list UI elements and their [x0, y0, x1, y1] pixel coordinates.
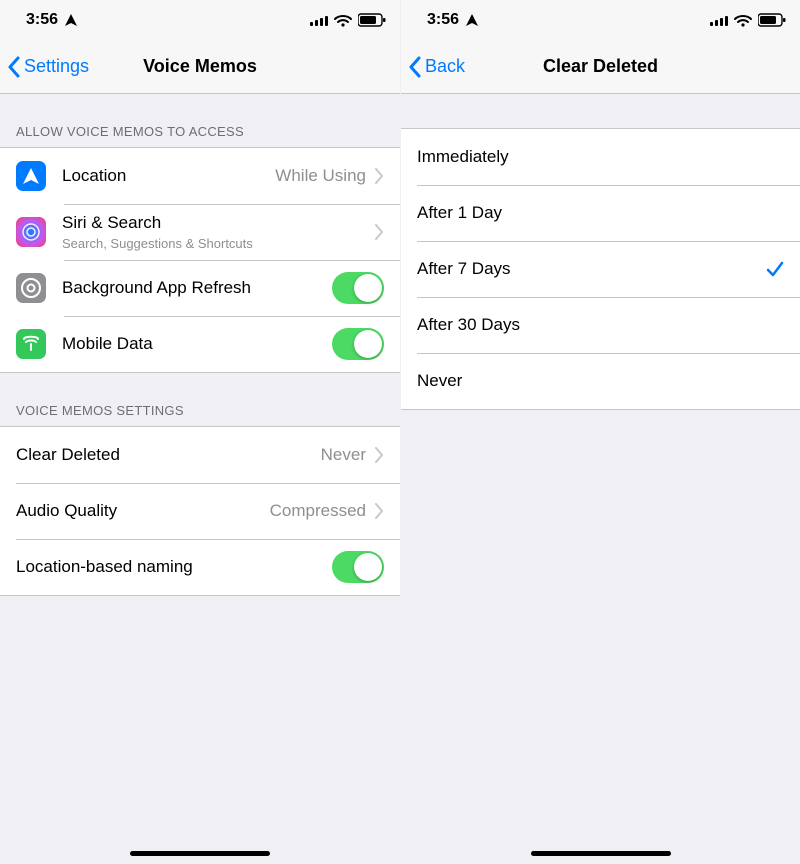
row-title: Siri & Search	[62, 212, 374, 233]
back-label: Back	[425, 56, 465, 77]
row-location-naming[interactable]: Location-based naming	[0, 539, 400, 595]
refresh-icon	[16, 273, 46, 303]
row-title: Clear Deleted	[16, 444, 321, 465]
status-bar: 3:56	[401, 0, 800, 40]
row-siri-search[interactable]: Siri & Search Search, Suggestions & Shor…	[0, 204, 400, 260]
row-value: While Using	[275, 166, 366, 186]
battery-icon	[758, 13, 786, 27]
option-row[interactable]: Never	[401, 353, 800, 409]
option-row[interactable]: Immediately	[401, 129, 800, 185]
location-icon	[16, 161, 46, 191]
back-button[interactable]: Settings	[6, 56, 89, 78]
row-title: Location-based naming	[16, 556, 332, 577]
nav-bar: Back Clear Deleted	[401, 40, 800, 94]
row-mobile-data[interactable]: Mobile Data	[0, 316, 400, 372]
row-background-refresh[interactable]: Background App Refresh	[0, 260, 400, 316]
toggle-location-naming[interactable]	[332, 551, 384, 583]
row-title: Background App Refresh	[62, 277, 332, 298]
mobile-data-icon	[16, 329, 46, 359]
option-row[interactable]: After 1 Day	[401, 185, 800, 241]
back-button[interactable]: Back	[407, 56, 465, 78]
status-time: 3:56	[26, 11, 58, 29]
home-indicator[interactable]	[531, 851, 671, 856]
chevron-right-icon	[374, 447, 384, 463]
location-services-icon	[64, 13, 78, 27]
battery-icon	[358, 13, 386, 27]
row-clear-deleted[interactable]: Clear Deleted Never	[0, 427, 400, 483]
chevron-left-icon	[407, 56, 423, 78]
location-services-icon	[465, 13, 479, 27]
toggle-background-refresh[interactable]	[332, 272, 384, 304]
row-title: Mobile Data	[62, 333, 332, 354]
nav-bar: Settings Voice Memos	[0, 40, 400, 94]
row-title: Audio Quality	[16, 500, 270, 521]
chevron-right-icon	[374, 168, 384, 184]
option-label: After 7 Days	[417, 258, 766, 279]
screen-voice-memos-settings: 3:56 Settings Voice Memos ALLOW VOICE ME…	[0, 0, 400, 864]
screen-clear-deleted: 3:56 Back Clear Deleted Immediately After…	[400, 0, 800, 864]
page-title: Voice Memos	[143, 56, 257, 77]
status-time: 3:56	[427, 11, 459, 29]
section-header-access: ALLOW VOICE MEMOS TO ACCESS	[0, 94, 400, 147]
chevron-left-icon	[6, 56, 22, 78]
toggle-mobile-data[interactable]	[332, 328, 384, 360]
row-audio-quality[interactable]: Audio Quality Compressed	[0, 483, 400, 539]
option-label: After 30 Days	[417, 314, 784, 335]
row-value: Compressed	[270, 501, 366, 521]
home-indicator[interactable]	[130, 851, 270, 856]
row-value: Never	[321, 445, 366, 465]
list-access: Location While Using Siri & Search Searc…	[0, 147, 400, 373]
option-row[interactable]: After 7 Days	[401, 241, 800, 297]
cellular-signal-icon	[710, 14, 728, 26]
wifi-icon	[734, 14, 752, 27]
option-label: Never	[417, 370, 784, 391]
status-bar: 3:56	[0, 0, 400, 40]
option-row[interactable]: After 30 Days	[401, 297, 800, 353]
row-title: Location	[62, 165, 275, 186]
wifi-icon	[334, 14, 352, 27]
chevron-right-icon	[374, 503, 384, 519]
checkmark-icon	[766, 260, 784, 278]
cellular-signal-icon	[310, 14, 328, 26]
section-header-settings: VOICE MEMOS SETTINGS	[0, 373, 400, 426]
chevron-right-icon	[374, 224, 384, 240]
row-location[interactable]: Location While Using	[0, 148, 400, 204]
option-label: Immediately	[417, 146, 784, 167]
back-label: Settings	[24, 56, 89, 77]
list-clear-deleted-options: Immediately After 1 Day After 7 Days After …	[401, 128, 800, 410]
option-label: After 1 Day	[417, 202, 784, 223]
page-title: Clear Deleted	[543, 56, 658, 77]
siri-icon	[16, 217, 46, 247]
list-settings: Clear Deleted Never Audio Quality Compre…	[0, 426, 400, 596]
row-subtitle: Search, Suggestions & Shortcuts	[62, 236, 374, 252]
